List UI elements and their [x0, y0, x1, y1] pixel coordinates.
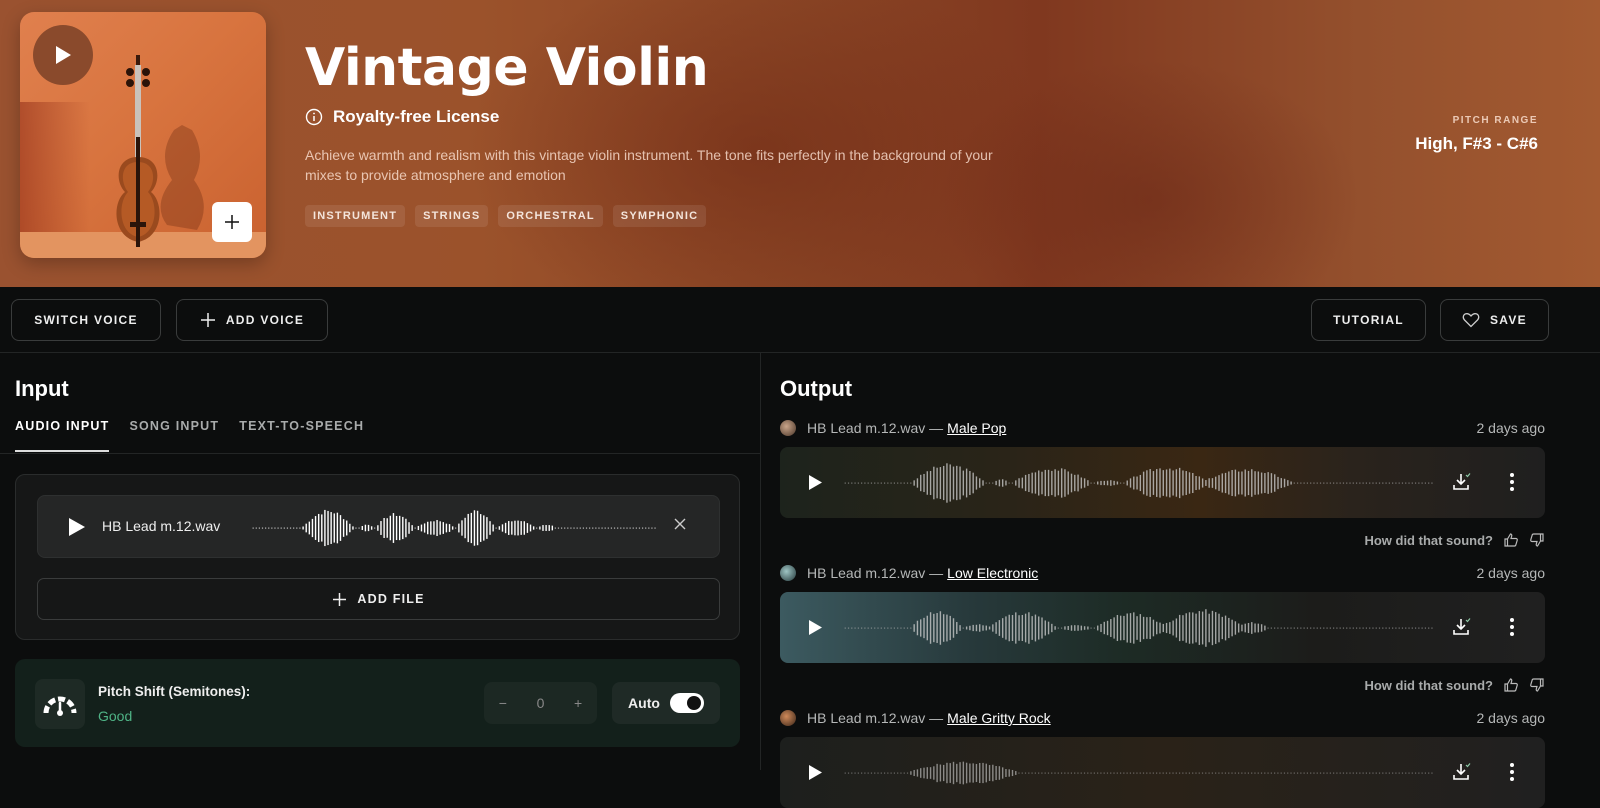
- thumbs-up-icon[interactable]: [1503, 532, 1519, 548]
- add-instrument-button[interactable]: [212, 202, 252, 242]
- heart-icon: [1462, 313, 1480, 328]
- pitch-shift-status: Good: [98, 708, 133, 724]
- switch-voice-button[interactable]: SWITCH VOICE: [11, 299, 161, 341]
- feedback-prompt: How did that sound?: [1364, 532, 1493, 548]
- column-divider: [760, 353, 761, 770]
- more-options-icon[interactable]: [1509, 761, 1515, 783]
- switch-voice-label: SWITCH VOICE: [34, 313, 138, 327]
- timestamp: 2 days ago: [1476, 710, 1546, 726]
- timestamp: 2 days ago: [1476, 565, 1546, 581]
- gauge-icon: [43, 696, 77, 716]
- increment-button[interactable]: +: [574, 695, 582, 711]
- output-title: Output: [780, 376, 853, 401]
- tag[interactable]: ORCHESTRAL: [498, 205, 603, 227]
- tab-audio-input[interactable]: AUDIO INPUT: [15, 419, 110, 452]
- play-icon[interactable]: [808, 764, 823, 781]
- output-meta: HB Lead m.12.wav — Low Electronic 2 days…: [780, 563, 1545, 583]
- pitch-range-label: PITCH RANGE: [1452, 115, 1538, 126]
- feedback-row: How did that sound?: [1364, 677, 1545, 693]
- output-file-name: HB Lead m.12.wav —: [807, 565, 944, 581]
- tutorial-button[interactable]: TUTORIAL: [1311, 299, 1426, 341]
- hero-banner: Vintage Violin Royalty-free License Achi…: [0, 0, 1600, 287]
- feedback-prompt: How did that sound?: [1364, 677, 1493, 693]
- pitch-shift-stepper: − 0 +: [484, 682, 597, 724]
- plus-icon: [333, 592, 347, 606]
- plus-icon: [200, 313, 215, 327]
- input-file-row: HB Lead m.12.wav: [37, 495, 720, 558]
- voice-avatar: [780, 710, 796, 726]
- play-preview-button[interactable]: [33, 25, 93, 85]
- tab-text-to-speech[interactable]: TEXT-TO-SPEECH: [239, 419, 364, 452]
- input-file-name: HB Lead m.12.wav: [102, 518, 221, 534]
- play-icon: [56, 46, 71, 64]
- plus-icon: [225, 215, 239, 229]
- pitch-shift-value[interactable]: 0: [537, 695, 545, 711]
- output-meta: HB Lead m.12.wav — Male Gritty Rock 2 da…: [780, 708, 1545, 728]
- download-icon[interactable]: [1451, 471, 1473, 493]
- auto-pitch-control: Auto: [612, 682, 720, 724]
- add-file-button[interactable]: ADD FILE: [37, 578, 720, 620]
- voice-avatar: [780, 420, 796, 436]
- timestamp: 2 days ago: [1476, 420, 1546, 436]
- tag[interactable]: SYMPHONIC: [612, 205, 707, 227]
- output-player: [780, 592, 1545, 663]
- add-voice-button[interactable]: ADD VOICE: [176, 299, 328, 341]
- input-waveform[interactable]: [251, 508, 656, 548]
- violin-image: [116, 55, 204, 247]
- audio-input-card: HB Lead m.12.wav ADD FILE: [15, 474, 740, 640]
- more-options-icon[interactable]: [1509, 616, 1515, 638]
- play-icon[interactable]: [68, 517, 86, 537]
- output-waveform[interactable]: [843, 607, 1433, 649]
- download-icon[interactable]: [1451, 616, 1473, 638]
- voice-avatar: [780, 565, 796, 581]
- more-options-icon[interactable]: [1509, 471, 1515, 493]
- voice-link[interactable]: Male Pop: [947, 420, 1006, 436]
- tabs-divider: [0, 453, 760, 454]
- auto-label: Auto: [628, 695, 660, 711]
- output-file-name: HB Lead m.12.wav —: [807, 420, 944, 436]
- pitch-range-value: High, F#3 - C#6: [1415, 134, 1538, 153]
- add-file-label: ADD FILE: [357, 592, 425, 606]
- auto-toggle[interactable]: [669, 693, 704, 713]
- pitch-shift-label: Pitch Shift (Semitones):: [98, 684, 251, 699]
- output-player: [780, 447, 1545, 518]
- close-icon[interactable]: [673, 517, 687, 531]
- play-icon[interactable]: [808, 474, 823, 491]
- thumbs-down-icon[interactable]: [1529, 677, 1545, 693]
- feedback-row: How did that sound?: [1364, 532, 1545, 548]
- instrument-cover-art: [20, 12, 266, 258]
- save-label: SAVE: [1490, 313, 1527, 327]
- output-waveform[interactable]: [843, 752, 1433, 794]
- add-voice-label: ADD VOICE: [225, 313, 305, 327]
- input-tabs: AUDIO INPUT SONG INPUT TEXT-TO-SPEECH: [15, 419, 364, 452]
- input-title: Input: [15, 376, 69, 401]
- voice-link[interactable]: Low Electronic: [947, 565, 1038, 581]
- output-waveform[interactable]: [843, 462, 1433, 504]
- output-meta: HB Lead m.12.wav — Male Pop 2 days ago: [780, 418, 1545, 438]
- tag[interactable]: INSTRUMENT: [305, 205, 406, 227]
- action-toolbar: SWITCH VOICE ADD VOICE TUTORIAL SAVE: [0, 287, 1600, 353]
- download-icon[interactable]: [1451, 761, 1473, 783]
- instrument-description: Achieve warmth and realism with this vin…: [305, 147, 993, 183]
- page-title: Vintage Violin: [305, 38, 709, 98]
- output-player: [780, 737, 1545, 808]
- save-button[interactable]: SAVE: [1440, 299, 1549, 341]
- tag[interactable]: STRINGS: [415, 205, 489, 227]
- tab-song-input[interactable]: SONG INPUT: [129, 419, 219, 452]
- decrement-button[interactable]: −: [499, 695, 507, 711]
- info-icon: [305, 108, 323, 126]
- tutorial-label: TUTORIAL: [1333, 313, 1404, 327]
- license-label: Royalty-free License: [333, 107, 500, 126]
- thumbs-up-icon[interactable]: [1503, 677, 1519, 693]
- voice-link[interactable]: Male Gritty Rock: [947, 710, 1050, 726]
- pitch-shift-card: Pitch Shift (Semitones): Good − 0 + Auto: [15, 659, 740, 747]
- play-icon[interactable]: [808, 619, 823, 636]
- thumbs-down-icon[interactable]: [1529, 532, 1545, 548]
- license-info[interactable]: Royalty-free License: [305, 107, 499, 127]
- output-file-name: HB Lead m.12.wav —: [807, 710, 944, 726]
- tag-list: INSTRUMENT STRINGS ORCHESTRAL SYMPHONIC: [305, 205, 707, 227]
